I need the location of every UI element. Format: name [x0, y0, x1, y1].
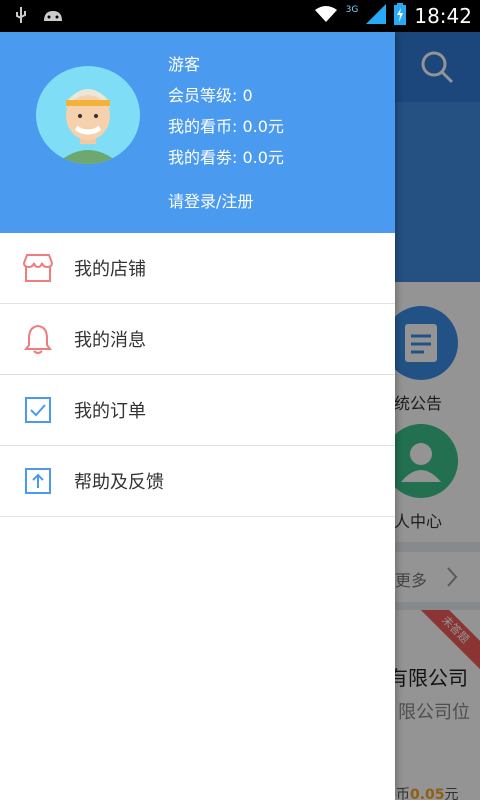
menu-item-label: 我的店铺 — [74, 259, 146, 280]
android-icon — [42, 7, 64, 27]
menu-item-my-messages[interactable]: 我的消息 — [0, 304, 395, 375]
status-bar: 3G 18:42 — [0, 0, 480, 32]
upload-icon — [20, 463, 56, 499]
coin-balance: 我的看币: 0.0元 — [168, 117, 284, 136]
drawer-header: 游客 会员等级: 0 我的看币: 0.0元 我的看劵: 0.0元 请登录/注册 — [0, 32, 395, 233]
navigation-drawer: 游客 会员等级: 0 我的看币: 0.0元 我的看劵: 0.0元 请登录/注册 … — [0, 32, 395, 800]
login-register-link[interactable]: 请登录/注册 — [168, 188, 253, 212]
network-type: 3G — [345, 5, 359, 15]
usb-icon — [14, 6, 28, 28]
menu-item-my-orders[interactable]: 我的订单 — [0, 375, 395, 446]
member-level: 会员等级: 0 — [168, 86, 253, 105]
shop-icon — [20, 250, 56, 286]
voucher-balance: 我的看劵: 0.0元 — [168, 148, 284, 167]
avatar[interactable] — [36, 66, 140, 164]
menu-item-label: 帮助及反馈 — [74, 472, 164, 493]
signal-icon — [366, 4, 387, 28]
drawer-menu: 我的店铺 我的消息 我的订单 帮助及反馈 — [0, 233, 395, 517]
menu-item-label: 我的订单 — [74, 401, 146, 422]
bell-icon — [20, 321, 56, 357]
menu-item-help-feedback[interactable]: 帮助及反馈 — [0, 446, 395, 517]
clock: 18:42 — [414, 4, 472, 28]
battery-icon — [394, 3, 407, 29]
menu-item-my-shop[interactable]: 我的店铺 — [0, 233, 395, 304]
user-info: 游客 会员等级: 0 我的看币: 0.0元 我的看劵: 0.0元 — [168, 52, 284, 176]
menu-item-label: 我的消息 — [74, 330, 146, 351]
checkbox-icon — [20, 392, 56, 428]
username: 游客 — [168, 55, 201, 74]
wifi-icon — [314, 5, 338, 27]
